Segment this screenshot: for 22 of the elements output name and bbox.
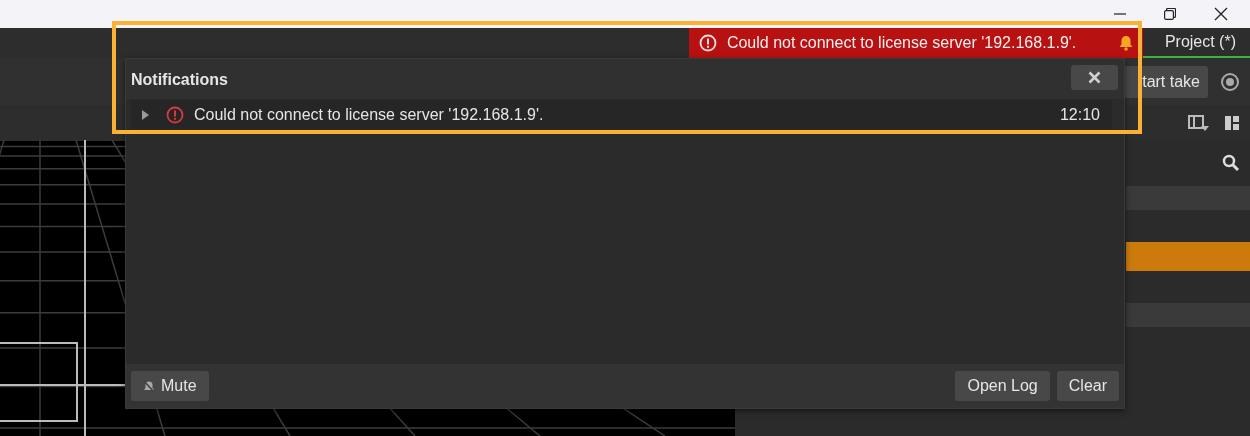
restore-icon[interactable] [1164,8,1176,20]
footer-button[interactable]: Open Log [955,371,1050,401]
bell-icon[interactable] [1118,35,1133,51]
layout-icon[interactable] [1224,114,1240,131]
close-icon [1088,71,1101,84]
muted-bell-icon [143,379,155,393]
columns-icon[interactable] [1188,113,1210,132]
error-icon [698,34,717,52]
panel-title: Notifications [131,71,228,89]
search-icon[interactable] [1222,154,1240,172]
target-icon[interactable] [1220,71,1240,92]
close-icon[interactable] [1214,7,1228,21]
banner-message: Could not connect to license server '192.168.1.9'. [726,34,1078,52]
mute-button[interactable]: Mute [131,371,209,401]
notification-message: Could not connect to license server '192.168.1.9'. [194,105,545,124]
notification-time: 12:10 [1059,105,1100,124]
close-button[interactable] [1071,65,1118,90]
error-icon [166,105,184,124]
expand-arrow-icon[interactable] [141,108,150,121]
error-banner[interactable]: Could not connect to license server '192.168.1.9'. [688,28,1143,58]
notification-row[interactable]: Could not connect to license server '192.168.1.9'. 12:10 [131,100,1112,129]
footer-button[interactable]: Clear [1056,371,1119,401]
